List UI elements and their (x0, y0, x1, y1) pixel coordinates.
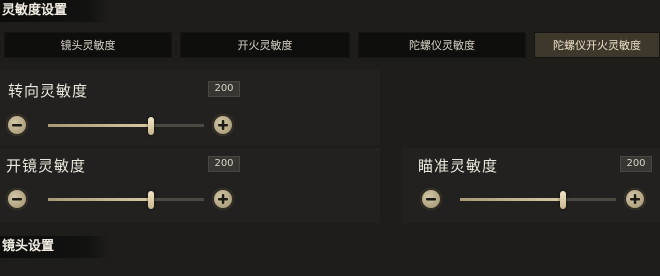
section-header-sensitivity: 灵敏度设置 (0, 0, 110, 22)
slider-panel-scope: 开镜灵敏度 200 (0, 148, 380, 223)
slider-panel-aim: 瞄准灵敏度 200 (402, 148, 660, 223)
slider-fill-turn (48, 124, 151, 127)
section-title-sensitivity: 灵敏度设置 (2, 3, 68, 18)
minus-knob-icon[interactable] (6, 188, 28, 210)
tab-label: 陀螺仪开火灵敏度 (553, 39, 641, 52)
plus-knob-icon[interactable] (212, 114, 234, 136)
tab-label: 陀螺仪灵敏度 (409, 39, 475, 52)
slider-thumb-aim[interactable] (559, 191, 566, 209)
slider-fill-scope (48, 198, 151, 201)
tab-lens-sensitivity[interactable]: 镜头灵敏度 (4, 32, 172, 58)
value-box-aim[interactable]: 200 (620, 156, 652, 172)
value-box-turn[interactable]: 200 (208, 81, 240, 97)
tab-gyro-fire-sensitivity[interactable]: 陀螺仪开火灵敏度 (534, 32, 660, 58)
slider-panel-turn: 转向灵敏度 200 (0, 70, 380, 145)
value-box-scope[interactable]: 200 (208, 156, 240, 172)
tab-gyro-sensitivity[interactable]: 陀螺仪灵敏度 (358, 32, 526, 58)
plus-knob-icon[interactable] (624, 188, 646, 210)
tab-label: 镜头灵敏度 (60, 39, 116, 52)
slider-thumb-scope[interactable] (147, 191, 154, 209)
slider-thumb-turn[interactable] (147, 117, 154, 135)
slider-track-scope[interactable] (48, 198, 204, 201)
minus-knob-icon[interactable] (6, 114, 28, 136)
slider-label-turn: 转向灵敏度 (8, 82, 89, 100)
slider-track-aim[interactable] (460, 198, 616, 201)
sensitivity-tabs: 镜头灵敏度 开火灵敏度 陀螺仪灵敏度 陀螺仪开火灵敏度 (0, 32, 660, 60)
section-title-lens: 镜头设置 (2, 239, 55, 254)
slider-label-aim: 瞄准灵敏度 (418, 157, 499, 175)
slider-track-turn[interactable] (48, 124, 204, 127)
section-header-lens: 镜头设置 (0, 236, 110, 258)
tab-label: 开火灵敏度 (237, 39, 293, 52)
tab-fire-sensitivity[interactable]: 开火灵敏度 (180, 32, 350, 58)
plus-knob-icon[interactable] (212, 188, 234, 210)
slider-label-scope: 开镜灵敏度 (6, 157, 87, 175)
minus-knob-icon[interactable] (420, 188, 442, 210)
slider-fill-aim (460, 198, 563, 201)
